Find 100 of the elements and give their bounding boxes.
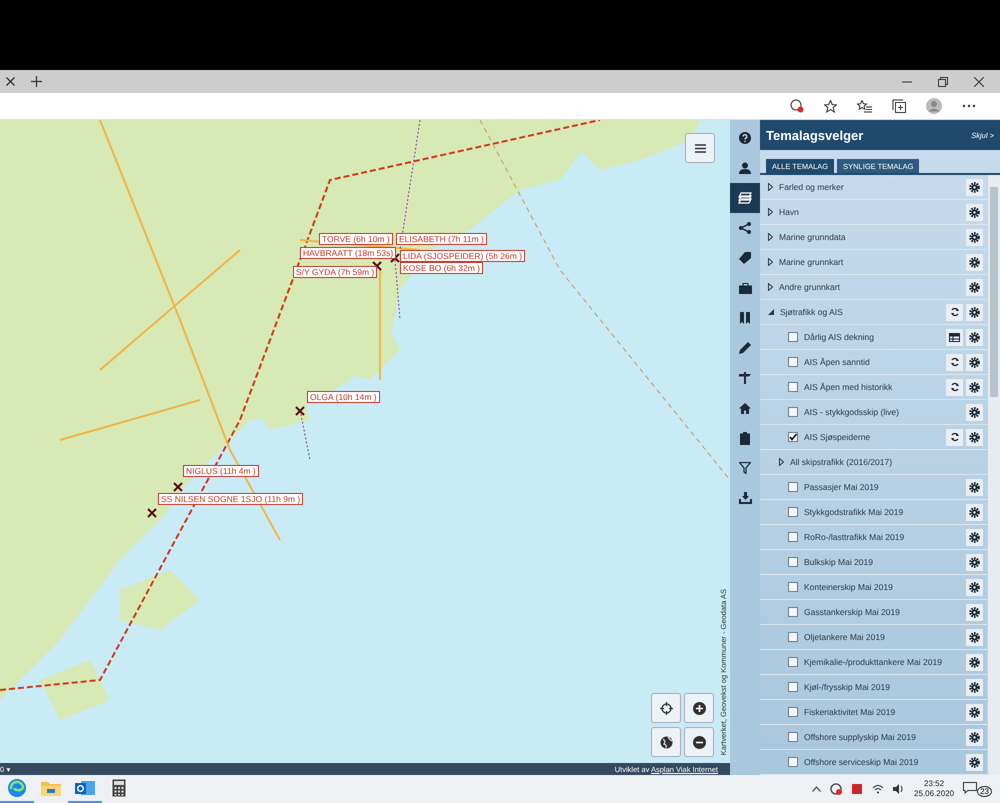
layer-label[interactable]: Marine grunnkart bbox=[779, 257, 960, 267]
star-icon[interactable] bbox=[824, 100, 837, 112]
settings-button[interactable] bbox=[966, 378, 983, 396]
collapsed-caret-icon[interactable] bbox=[768, 258, 773, 266]
settings-button[interactable] bbox=[966, 628, 983, 646]
checkbox[interactable] bbox=[788, 532, 798, 542]
globe-button[interactable] bbox=[651, 727, 681, 757]
refresh-button[interactable] bbox=[946, 354, 963, 370]
layer-label[interactable]: AIS - stykkgodsskip (live) bbox=[804, 407, 960, 417]
layer-label[interactable]: Offshore supplyskip Mai 2019 bbox=[804, 732, 960, 742]
zoom-out-button[interactable] bbox=[684, 727, 714, 757]
close-icon[interactable] bbox=[6, 77, 15, 86]
scrollbar[interactable] bbox=[987, 175, 1000, 775]
collapsed-caret-icon[interactable] bbox=[779, 458, 784, 466]
collapsed-caret-icon[interactable] bbox=[768, 283, 773, 291]
settings-button[interactable] bbox=[966, 504, 983, 520]
favorites-icon[interactable] bbox=[857, 100, 872, 112]
close-icon[interactable] bbox=[974, 76, 984, 86]
notification-icon[interactable] bbox=[963, 782, 978, 794]
locate-button[interactable] bbox=[651, 693, 681, 723]
layer-label[interactable]: AIS Åpen sanntid bbox=[804, 357, 940, 367]
zoom-in-button[interactable] bbox=[684, 693, 714, 723]
checkbox[interactable] bbox=[788, 732, 798, 742]
layer-label[interactable]: Kjøl-/frysskip Mai 2019 bbox=[804, 682, 960, 692]
checkbox[interactable] bbox=[788, 432, 798, 442]
layer-label[interactable]: Konteinerskip Mai 2019 bbox=[804, 582, 960, 592]
settings-button[interactable] bbox=[966, 578, 983, 596]
layer-label[interactable]: RoRo-/lasttrafikk Mai 2019 bbox=[804, 532, 960, 542]
layer-label[interactable]: Stykkgodstrafikk Mai 2019 bbox=[804, 507, 960, 517]
layer-label[interactable]: All skipstrafikk (2016/2017) bbox=[790, 457, 977, 467]
vessel-marker-icon[interactable] bbox=[295, 406, 305, 416]
vessel-label[interactable]: ELISABETH (7h 11m ) bbox=[396, 233, 487, 245]
map-menu-button[interactable] bbox=[685, 133, 715, 163]
layer-label[interactable]: Bulkskip Mai 2019 bbox=[804, 557, 960, 567]
checkbox[interactable] bbox=[788, 682, 798, 692]
vessel-marker-icon[interactable] bbox=[147, 508, 157, 518]
checkbox[interactable] bbox=[788, 657, 798, 667]
settings-button[interactable] bbox=[966, 754, 983, 770]
restore-icon[interactable] bbox=[938, 76, 948, 86]
layer-label[interactable]: Marine grunndata bbox=[779, 232, 960, 242]
clock-date[interactable]: 25.06.2020 bbox=[914, 789, 954, 799]
layer-label[interactable]: Dårlig AIS dekning bbox=[804, 332, 940, 342]
cookie-icon[interactable] bbox=[790, 99, 804, 113]
settings-button[interactable] bbox=[966, 254, 983, 270]
vessel-marker-icon[interactable] bbox=[173, 482, 183, 492]
clock-time[interactable]: 23:52 bbox=[924, 779, 944, 789]
chevron-up-icon[interactable] bbox=[812, 786, 822, 792]
vessel-label[interactable]: NIGLUS (11h 4m ) bbox=[183, 465, 259, 477]
browser-icon[interactable] bbox=[7, 778, 27, 798]
checkbox[interactable] bbox=[788, 382, 798, 392]
checkbox[interactable] bbox=[788, 557, 798, 567]
checkbox[interactable] bbox=[788, 757, 798, 767]
layer-label[interactable]: AIS Sjøspeiderne bbox=[804, 432, 940, 442]
collapsed-caret-icon[interactable] bbox=[768, 208, 773, 216]
settings-button[interactable] bbox=[966, 528, 983, 546]
layer-label[interactable]: Andre grunnkart bbox=[779, 282, 960, 292]
settings-button[interactable] bbox=[966, 304, 983, 320]
vessel-label[interactable]: LIDA (SJOSPEIDER) (5h 26m ) bbox=[400, 250, 526, 262]
vessel-label[interactable]: HAVBRAATT (18m 53s) bbox=[300, 247, 396, 259]
vessel-label[interactable]: SS NILSEN SOGNE 1SJO (11h 9m ) bbox=[158, 493, 304, 505]
plus-icon[interactable] bbox=[31, 76, 42, 87]
settings-button[interactable] bbox=[966, 354, 983, 370]
vessel-label[interactable]: KOSE BO (6h 32m ) bbox=[400, 262, 483, 274]
settings-button[interactable] bbox=[966, 554, 983, 570]
checkbox[interactable] bbox=[788, 582, 798, 592]
settings-button[interactable] bbox=[966, 228, 983, 246]
settings-button[interactable] bbox=[966, 704, 983, 720]
collections-icon[interactable] bbox=[892, 99, 906, 113]
settings-button[interactable] bbox=[966, 328, 983, 346]
refresh-button[interactable] bbox=[946, 304, 963, 320]
vessel-label[interactable]: TORVE (6h 10m ) bbox=[319, 233, 393, 245]
layer-label[interactable]: Passasjer Mai 2019 bbox=[804, 482, 960, 492]
wifi-icon[interactable] bbox=[872, 784, 884, 794]
collapsed-caret-icon[interactable] bbox=[768, 183, 773, 191]
layer-label[interactable]: Kjemikalie-/produkttankere Mai 2019 bbox=[804, 657, 960, 667]
folder-icon[interactable] bbox=[41, 780, 61, 796]
app-tray-icon[interactable] bbox=[851, 783, 864, 795]
table-button[interactable] bbox=[946, 328, 963, 346]
layer-label[interactable]: Fiskeriaktivitet Mai 2019 bbox=[804, 707, 960, 717]
layer-label[interactable]: Sjøtrafikk og AIS bbox=[780, 307, 940, 317]
checkbox[interactable] bbox=[788, 482, 798, 492]
settings-button[interactable] bbox=[966, 478, 983, 496]
checkbox[interactable] bbox=[788, 607, 798, 617]
checkbox[interactable] bbox=[788, 332, 798, 342]
settings-button[interactable] bbox=[966, 278, 983, 296]
settings-button[interactable] bbox=[966, 404, 983, 420]
refresh-button[interactable] bbox=[946, 428, 963, 446]
settings-button[interactable] bbox=[966, 204, 983, 220]
layer-label[interactable]: AIS Åpen med historikk bbox=[804, 382, 940, 392]
settings-button[interactable] bbox=[966, 678, 983, 696]
checkbox[interactable] bbox=[788, 707, 798, 717]
layer-label[interactable]: Farled og merker bbox=[779, 182, 960, 192]
checkbox[interactable] bbox=[788, 357, 798, 367]
checkbox[interactable] bbox=[788, 632, 798, 642]
settings-button[interactable] bbox=[966, 178, 983, 196]
calculator-icon[interactable] bbox=[112, 779, 126, 797]
app-tray-icon[interactable] bbox=[830, 783, 842, 795]
settings-button[interactable] bbox=[966, 654, 983, 670]
profile-icon[interactable] bbox=[926, 98, 942, 114]
layer-label[interactable]: Offshore serviceskip Mai 2019 bbox=[804, 757, 960, 767]
